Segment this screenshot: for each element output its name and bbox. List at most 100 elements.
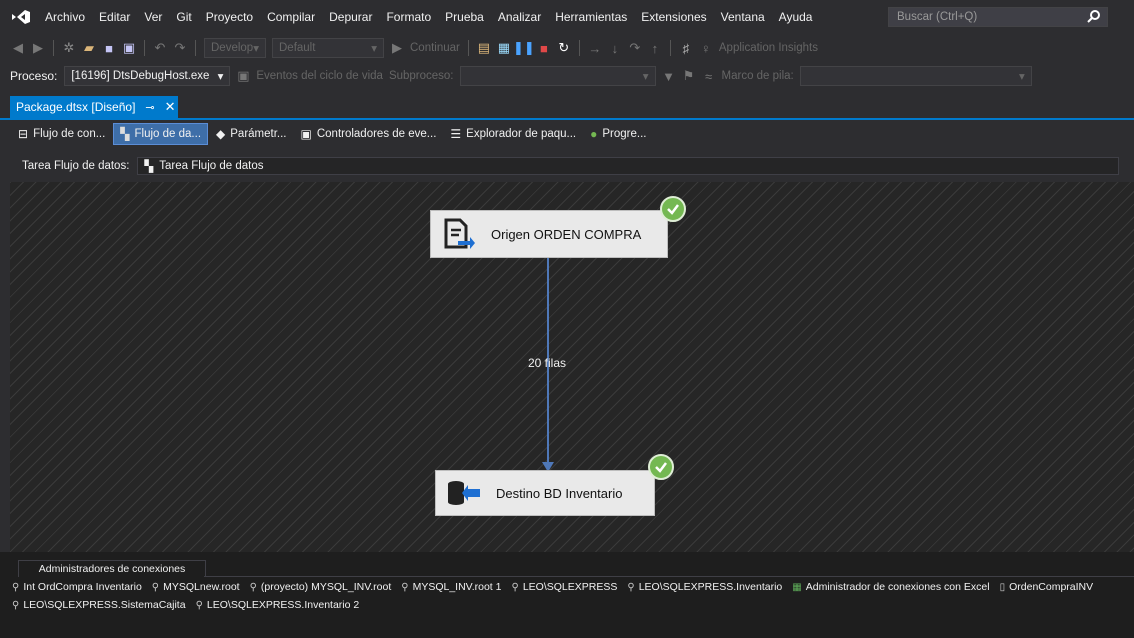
tab-control-flow[interactable]: ⊟ Flujo de con... — [12, 123, 111, 145]
visual-studio-logo-icon[interactable] — [10, 8, 32, 26]
menu-analizar[interactable]: Analizar — [491, 0, 548, 34]
tab-parameters[interactable]: ◆ Parámetr... — [210, 123, 292, 145]
navigate-back-icon[interactable]: ◀ — [11, 40, 25, 55]
step-into-icon[interactable]: ↓ — [608, 41, 622, 56]
flag-threads-icon[interactable]: ⚑ — [682, 68, 696, 83]
menu-git[interactable]: Git — [169, 0, 198, 34]
connection-manager-item[interactable]: ⚲ LEO\SQLEXPRESS — [512, 578, 618, 596]
lifecycle-events-icon[interactable]: ▣ — [236, 68, 250, 83]
lifecycle-events-button[interactable]: Eventos del ciclo de vida — [256, 70, 383, 82]
menu-extensiones[interactable]: Extensiones — [634, 0, 713, 34]
connection-manager-item[interactable]: ⚲ MYSQLnew.root — [152, 578, 240, 596]
restart-icon[interactable]: ↻ — [557, 40, 571, 55]
connection-manager-item[interactable]: ⚲ MYSQL_INV.root 1 — [401, 578, 501, 596]
tab-package-explorer[interactable]: ☰ Explorador de paqu... — [444, 123, 582, 145]
destination-component[interactable]: Destino BD Inventario — [435, 470, 655, 516]
menu-editar[interactable]: Editar — [92, 0, 137, 34]
step-over-icon[interactable]: ↷ — [628, 40, 642, 55]
filter-icon[interactable]: ▼ — [662, 69, 676, 84]
undo-icon[interactable]: ↶ — [153, 40, 167, 55]
step-out-icon[interactable]: ↑ — [648, 41, 662, 56]
tab-label: Controladores de eve... — [316, 128, 437, 140]
debug-location-toolbar: Proceso: [16196] DtsDebugHost.exe ▾ ▣ Ev… — [0, 62, 1134, 90]
success-check-icon — [660, 196, 686, 222]
new-project-icon[interactable]: ✲ — [62, 40, 76, 55]
standard-toolbar: ◀ ▶ ✲ ▰ ■ ▣ ↶ ↷ Develop ▾ Default ▾ ▶ Cont… — [0, 34, 1134, 62]
tab-data-flow[interactable]: ▚ Flujo de da... — [113, 123, 209, 145]
connection-icon: ⚲ — [12, 581, 20, 593]
data-flow-canvas[interactable]: 20 filas Origen ORDEN COMPRA Destino BD … — [10, 182, 1134, 552]
connection-manager-label: Administrador de conexiones con Excel — [805, 581, 990, 593]
continue-icon[interactable]: ▶ — [390, 40, 404, 55]
connection-manager-item[interactable]: ⚲ Int OrdCompra Inventario — [12, 578, 142, 596]
menu-herramientas[interactable]: Herramientas — [548, 0, 634, 34]
show-next-statement-icon[interactable]: → — [588, 41, 602, 56]
tab-progress[interactable]: ● Progre... — [584, 123, 652, 145]
stack-frame-select[interactable]: ▾ — [799, 66, 1032, 86]
data-flow-task-label: Tarea Flujo de datos: — [22, 160, 130, 172]
menu-ayuda[interactable]: Ayuda — [772, 0, 820, 34]
tab-label: Explorador de paqu... — [466, 128, 577, 140]
platform-select[interactable]: Default ▾ — [272, 38, 384, 58]
menu-archivo[interactable]: Archivo — [38, 0, 92, 34]
save-all-icon[interactable]: ▣ — [122, 40, 136, 55]
connection-manager-label: (proyecto) MYSQL_INV.root — [260, 581, 392, 593]
thread-icon[interactable]: ≈ — [702, 69, 716, 84]
save-icon[interactable]: ■ — [102, 41, 116, 56]
connection-manager-item[interactable]: ⚲ LEO\SQLEXPRESS.SistemaCajita — [12, 596, 186, 614]
document-tab[interactable]: Package.dtsx [Diseño] ⊸ ✕ — [10, 96, 178, 118]
close-icon[interactable]: ✕ — [165, 99, 176, 115]
connection-manager-item[interactable]: ⚲ LEO\SQLEXPRESS.Inventario — [627, 578, 782, 596]
package-icon[interactable]: ▤ — [477, 40, 491, 55]
menu-ventana[interactable]: Ventana — [714, 0, 772, 34]
redo-icon[interactable]: ↷ — [173, 40, 187, 55]
variables-icon[interactable]: ▦ — [497, 40, 511, 55]
data-flow-task-select[interactable]: ▚ Tarea Flujo de datos — [137, 157, 1120, 175]
search-icon[interactable] — [1087, 9, 1101, 26]
menu-ver[interactable]: Ver — [137, 0, 169, 34]
tab-label: Flujo de da... — [134, 128, 202, 140]
continue-button[interactable]: Continuar — [410, 42, 460, 54]
chevron-down-icon: ▾ — [1018, 71, 1025, 83]
menu-bar: Archivo Editar Ver Git Proyecto Compilar… — [0, 0, 1134, 34]
connection-manager-label: LEO\SQLEXPRESS — [522, 581, 618, 593]
success-check-icon — [648, 454, 674, 480]
event-handlers-icon: ▣ — [300, 127, 312, 141]
process-select[interactable]: [16196] DtsDebugHost.exe ▾ — [64, 66, 231, 86]
connection-manager-item[interactable]: ▦ Administrador de conexiones con Excel — [792, 578, 989, 596]
configuration-select[interactable]: Develop ▾ — [204, 38, 266, 58]
source-component-label: Origen ORDEN COMPRA — [491, 226, 642, 242]
search-box[interactable]: Buscar (Ctrl+Q) — [888, 7, 1108, 27]
connection-managers-tab[interactable]: Administradores de conexiones — [18, 560, 206, 577]
connection-manager-label: LEO\SQLEXPRESS.Inventario — [638, 581, 783, 593]
connection-manager-label: Int OrdCompra Inventario — [23, 581, 142, 593]
navigate-forward-icon[interactable]: ▶ — [31, 40, 45, 55]
menu-depurar[interactable]: Depurar — [322, 0, 379, 34]
ado-net-destination-icon — [444, 473, 484, 513]
menu-compilar[interactable]: Compilar — [260, 0, 322, 34]
chevron-down-icon: ▾ — [217, 71, 224, 83]
parameters-icon: ◆ — [216, 127, 226, 141]
connection-manager-item[interactable]: ▯ OrdenCompraINV — [1000, 578, 1094, 596]
menu-proyecto[interactable]: Proyecto — [199, 0, 260, 34]
open-folder-icon[interactable]: ▰ — [82, 40, 96, 55]
thread-select[interactable]: ▾ — [459, 66, 656, 86]
connection-manager-list: ⚲ Int OrdCompra Inventario ⚲ MYSQLnew.root… — [12, 578, 1130, 614]
data-path-label[interactable]: 20 filas — [528, 356, 566, 370]
insights-icon[interactable]: ♀ — [699, 41, 713, 56]
connection-manager-item[interactable]: ⚲ LEO\SQLEXPRESS.Inventario 2 — [196, 596, 360, 614]
ado-net-source-icon — [439, 214, 479, 254]
process-value: [16196] DtsDebugHost.exe — [71, 70, 210, 82]
menu-formato[interactable]: Formato — [379, 0, 438, 34]
hex-display-icon[interactable]: ♯ — [679, 41, 693, 56]
thread-label: Subproceso: — [388, 70, 454, 82]
stop-icon[interactable]: ■ — [537, 41, 551, 56]
connection-manager-item[interactable]: ⚲ (proyecto) MYSQL_INV.root — [250, 578, 392, 596]
menu-prueba[interactable]: Prueba — [438, 0, 491, 34]
tab-event-handlers[interactable]: ▣ Controladores de eve... — [295, 123, 443, 145]
application-insights-button[interactable]: Application Insights — [719, 42, 818, 54]
pin-icon[interactable]: ⊸ — [145, 101, 154, 114]
source-component[interactable]: Origen ORDEN COMPRA — [430, 210, 668, 258]
pause-icon[interactable]: ❚❚ — [513, 40, 535, 55]
data-flow-task-row: Tarea Flujo de datos: ▚ Tarea Flujo de d… — [0, 152, 1134, 180]
